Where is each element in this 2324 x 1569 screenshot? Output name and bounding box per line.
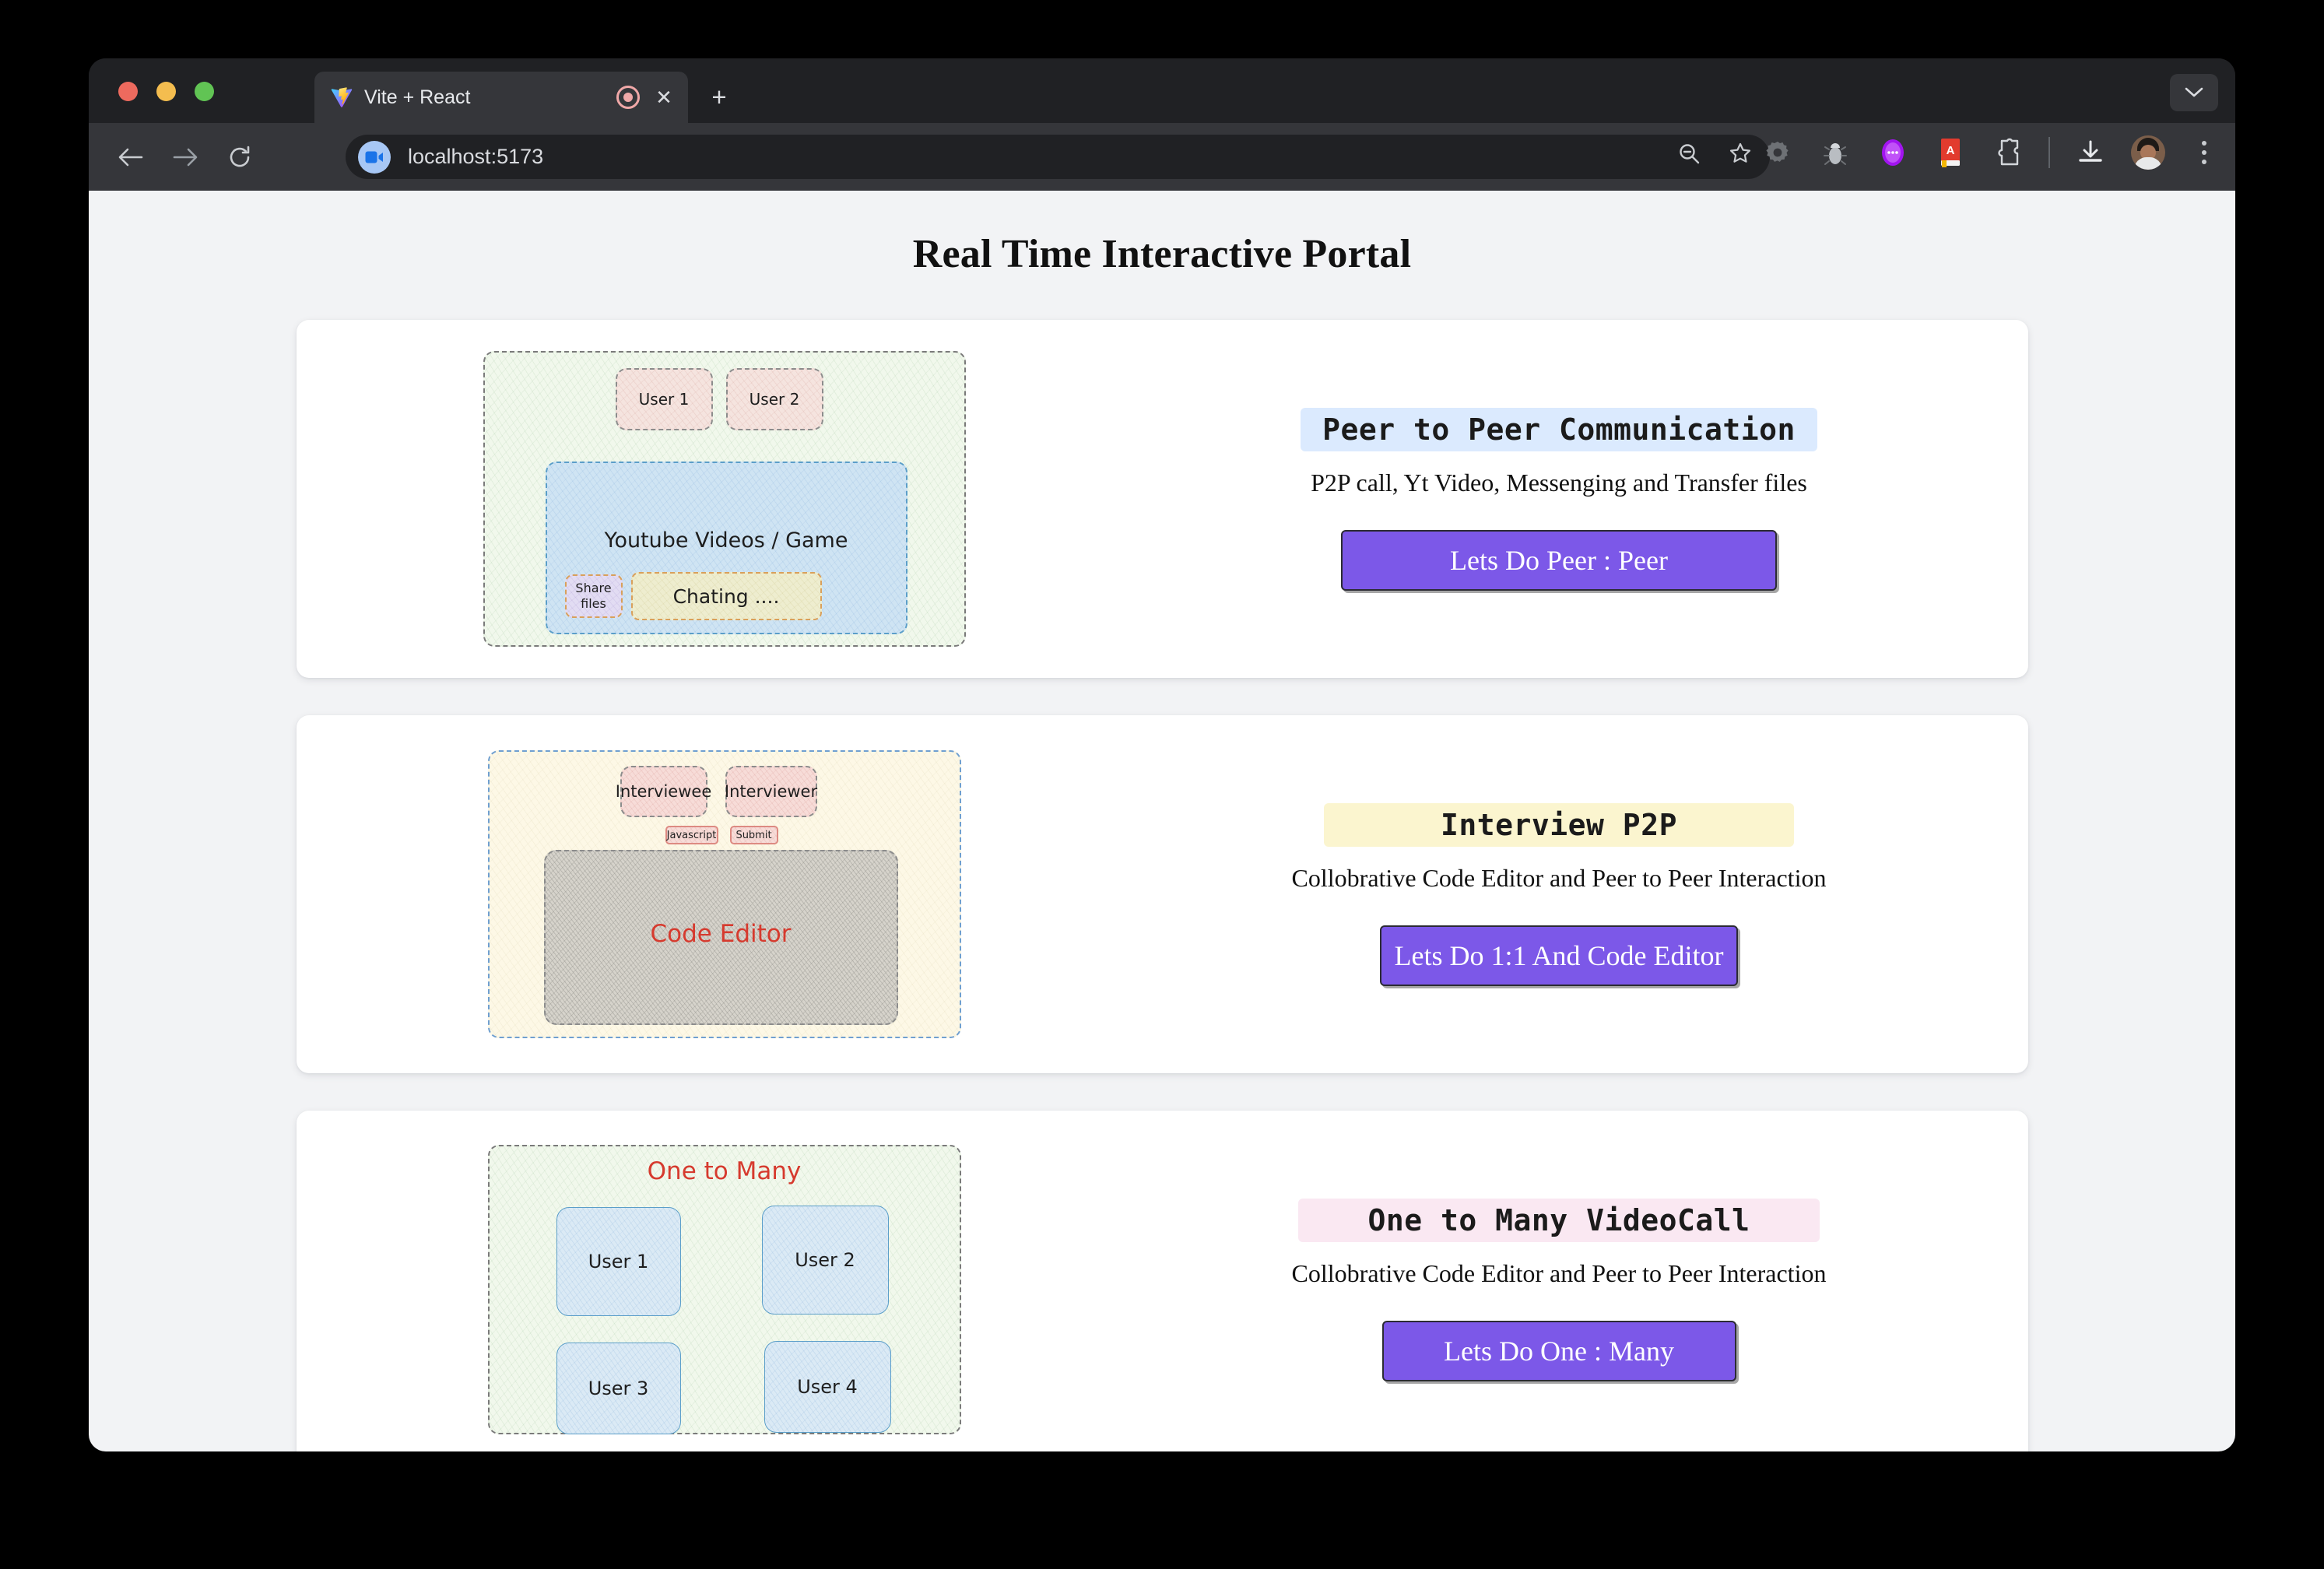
purple-assistant-icon[interactable] — [1876, 135, 1910, 170]
interview-role-label-2: Interviewer — [724, 782, 818, 801]
tab-title: Vite + React — [364, 86, 471, 108]
p2p-user-label-1: User 1 — [638, 390, 690, 409]
page-viewport: Real Time Interactive Portal User 1 User… — [89, 191, 2235, 1451]
interview-role-box-2: Interviewer — [725, 766, 817, 817]
one-to-many-user-box-4: User 4 — [764, 1341, 891, 1433]
arrow-left-icon[interactable] — [112, 139, 149, 176]
video-call-site-icon — [358, 140, 391, 174]
one-to-many-user-box-3: User 3 — [556, 1343, 681, 1434]
tab-recording-icon[interactable] — [616, 86, 640, 109]
chevron-down-icon[interactable] — [2170, 74, 2218, 111]
one-to-many-diagram: One to Many User 1 User 2 User 3 User 4 — [297, 1111, 1153, 1451]
card-peer-to-peer[interactable]: User 1 User 2 Youtube Videos / Game Shar… — [296, 320, 2028, 678]
gear-extension-icon[interactable] — [1761, 135, 1795, 170]
one-to-many-user-label-2: User 2 — [795, 1249, 855, 1271]
window-controls — [118, 82, 214, 101]
tab-strip: Vite + React ✕ + — [89, 58, 2235, 123]
lets-do-peer-peer-button[interactable]: Lets Do Peer : Peer — [1341, 529, 1777, 591]
interview-p2p-diagram: Interviewee Interviewer Javascript Submi… — [297, 715, 1153, 1073]
one-to-many-user-label-3: User 3 — [588, 1378, 649, 1399]
p2p-chat-label: Chating .... — [672, 584, 780, 608]
one-to-many-info: One to Many VideoCall Collobrative Code … — [1153, 1111, 2028, 1451]
zoom-out-icon[interactable] — [1673, 138, 1704, 169]
p2p-share-files-label: Share files — [575, 581, 612, 611]
reload-icon[interactable] — [221, 139, 258, 176]
lets-do-one-many-button[interactable]: Lets Do One : Many — [1381, 1320, 1736, 1381]
red-book-extension-icon[interactable]: A — [1933, 135, 1968, 170]
profile-avatar[interactable] — [2131, 135, 2165, 170]
card-heading-interview-p2p: Interview P2P — [1324, 802, 1794, 847]
peer-to-peer-info: Peer to Peer Communication P2P call, Yt … — [1153, 320, 2028, 678]
download-icon[interactable] — [2073, 135, 2108, 170]
p2p-stage-label: Youtube Videos / Game — [604, 528, 848, 553]
interview-role-box-1: Interviewee — [616, 766, 711, 817]
card-interview-p2p[interactable]: Interviewee Interviewer Javascript Submi… — [296, 715, 2028, 1073]
sketch-canvas-interview: Interviewee Interviewer Javascript Submi… — [487, 750, 961, 1038]
browser-tab[interactable]: Vite + React ✕ — [314, 72, 688, 123]
card-heading-one-to-many: One to Many VideoCall — [1297, 1198, 1820, 1242]
puzzle-icon[interactable] — [1991, 135, 2025, 170]
extensions-bar: A — [1761, 135, 2220, 170]
sketch-canvas-one-to-many: One to Many User 1 User 2 User 3 User 4 — [487, 1145, 961, 1434]
one-to-many-user-label-4: User 4 — [797, 1376, 858, 1398]
close-icon[interactable]: ✕ — [651, 84, 677, 111]
kebab-menu-icon[interactable] — [2189, 135, 2220, 170]
browser-toolbar: localhost:5173 A — [89, 123, 2235, 191]
card-one-to-many[interactable]: One to Many User 1 User 2 User 3 User 4 — [296, 1111, 2028, 1451]
close-window-button[interactable] — [118, 82, 138, 101]
page-title: Real Time Interactive Portal — [912, 232, 1412, 276]
toolbar-divider — [2048, 137, 2050, 168]
plus-icon[interactable]: + — [704, 82, 735, 113]
card-subtitle-peer-to-peer: P2P call, Yt Video, Messenging and Trans… — [1311, 468, 1807, 497]
interview-language-label: Javascript — [666, 829, 717, 841]
omnibox-actions — [1673, 138, 1756, 169]
bug-extension-icon[interactable] — [1818, 135, 1852, 170]
interview-p2p-info: Interview P2P Collobrative Code Editor a… — [1153, 715, 2028, 1073]
interview-role-label-1: Interviewee — [615, 782, 712, 801]
p2p-user-box-1: User 1 — [615, 368, 713, 430]
one-to-many-diagram-title: One to Many — [647, 1157, 802, 1185]
one-to-many-user-box-2: User 2 — [761, 1206, 889, 1315]
url-text: localhost:5173 — [408, 145, 544, 168]
one-to-many-user-label-1: User 1 — [588, 1251, 649, 1272]
p2p-chat-box[interactable]: Chating .... — [630, 572, 822, 620]
interview-language-button[interactable]: Javascript — [665, 826, 718, 844]
p2p-share-files-box[interactable]: Share files — [564, 574, 623, 618]
svg-text:A: A — [1947, 144, 1955, 157]
interview-submit-button[interactable]: Submit — [729, 826, 778, 844]
address-bar[interactable]: localhost:5173 — [346, 135, 1770, 179]
minimize-window-button[interactable] — [156, 82, 176, 101]
interview-submit-label: Submit — [735, 829, 772, 841]
interview-code-editor-label: Code Editor — [650, 920, 792, 948]
card-subtitle-interview-p2p: Collobrative Code Editor and Peer to Pee… — [1291, 863, 1827, 892]
one-to-many-user-box-1: User 1 — [556, 1207, 681, 1316]
lets-do-1-1-and-code-editor-button[interactable]: Lets Do 1:1 And Code Editor — [1380, 925, 1738, 986]
vite-logo-icon — [330, 86, 353, 109]
card-heading-peer-to-peer: Peer to Peer Communication — [1301, 407, 1817, 451]
sketch-canvas-p2p: User 1 User 2 Youtube Videos / Game Shar… — [483, 351, 966, 647]
star-icon[interactable] — [1725, 138, 1756, 169]
maximize-window-button[interactable] — [195, 82, 214, 101]
p2p-user-label-2: User 2 — [749, 390, 800, 409]
peer-to-peer-diagram: User 1 User 2 Youtube Videos / Game Shar… — [297, 320, 1153, 678]
arrow-right-icon[interactable] — [167, 139, 204, 176]
p2p-user-box-2: User 2 — [725, 368, 823, 430]
browser-window: Vite + React ✕ + localhost:5173 A Real T… — [89, 58, 2235, 1451]
card-subtitle-one-to-many: Collobrative Code Editor and Peer to Pee… — [1291, 1258, 1827, 1287]
